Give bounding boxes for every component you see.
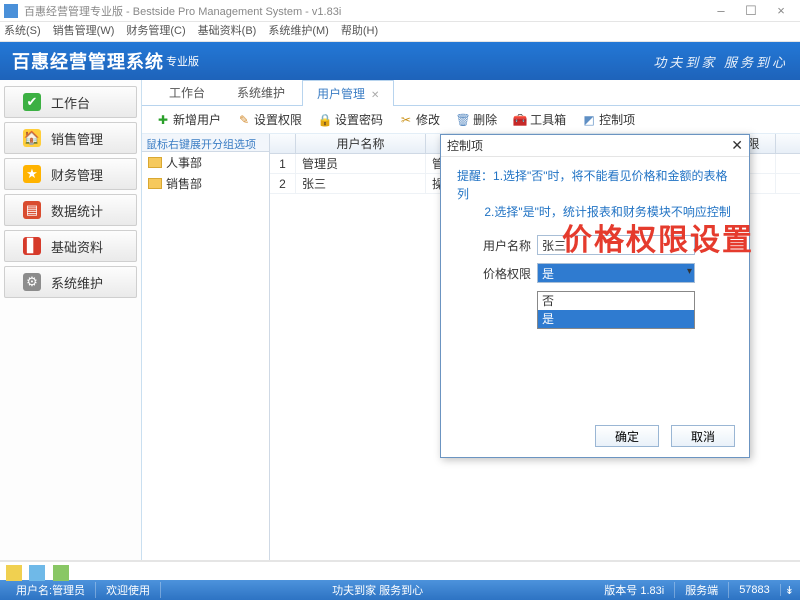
tray-icon-1[interactable] [6,565,22,581]
dialog-titlebar: 控制项 ✕ [441,135,749,157]
cancel-button[interactable]: 取消 [671,425,735,447]
tree-item-0[interactable]: 人事部 [142,152,269,173]
priceperm-dropdown: 否 是 [537,291,695,329]
dialog-title: 控制项 [447,137,483,154]
toolbar-1[interactable]: ✎设置权限 [231,108,308,131]
toolbar-icon: 🗑 [456,113,470,127]
sidebar-label: 工作台 [51,93,90,112]
dialog-hint: 提醒：1.选择"否"时，将不能看见价格和金额的表格列 2.选择"是"时，统计报表… [441,157,749,231]
hint-label: 提醒： [457,169,493,183]
folder-icon [148,178,162,189]
control-dialog: 控制项 ✕ 提醒：1.选择"否"时，将不能看见价格和金额的表格列 2.选择"是"… [440,134,750,458]
status-port: 57883 [729,584,781,596]
app-logo-text: 百惠经营管理系统 [12,48,164,74]
menu-maintenance[interactable]: 系统维护(M) [268,22,329,41]
toolbar-6[interactable]: ◩控制项 [576,108,641,131]
toolbar: ✚新增用户✎设置权限🔒设置密码✂修改🗑删除🧰工具箱◩控制项 [142,106,800,134]
sidebar-label: 数据统计 [51,201,103,220]
tree-item-1[interactable]: 销售部 [142,173,269,194]
sidebar-item-1[interactable]: 🏠 销售管理 [4,122,137,154]
status-user: 管理员 [52,585,85,597]
menu-basedata[interactable]: 基础资料(B) [198,22,257,41]
tray-icon-3[interactable] [53,565,69,581]
toolbar-icon: ✎ [237,113,251,127]
col-index[interactable] [270,134,296,153]
tab-0[interactable]: 工作台 [154,79,220,105]
toolbar-icon: 🔒 [318,113,332,127]
sidebar-item-5[interactable]: ⚙ 系统维护 [4,266,137,298]
sidebar-icon: 🏠 [23,129,41,147]
sidebar-item-2[interactable]: ★ 财务管理 [4,158,137,190]
option-yes[interactable]: 是 [538,310,694,328]
content-area: 工作台系统维护用户管理✕ ✚新增用户✎设置权限🔒设置密码✂修改🗑删除🧰工具箱◩控… [142,80,800,560]
field-username: 用户名称 张三 [441,231,749,259]
toolbar-icon: ✂ [399,113,413,127]
sidebar-item-4[interactable]: ▋ 基础资料 [4,230,137,262]
toolbar-icon: 🧰 [513,113,527,127]
tab-2[interactable]: 用户管理✕ [302,80,394,106]
folder-icon [148,157,162,168]
minimize-button[interactable]: – [706,3,736,18]
username-label: 用户名称 [475,237,531,254]
menubar: 系统(S) 销售管理(W) 财务管理(C) 基础资料(B) 系统维护(M) 帮助… [0,22,800,42]
toolbar-icon: ◩ [582,113,596,127]
tabbar: 工作台系统维护用户管理✕ [142,80,800,106]
close-button[interactable]: × [766,3,796,18]
sidebar-icon: ▋ [23,237,41,255]
banner: 百惠经营管理系统 专业版 功夫到家 服务到心 [0,42,800,80]
field-priceperm: 价格权限 是 ▾ [441,259,749,287]
status-slogan: 功夫到家 服务到心 [161,582,594,598]
sidebar-item-0[interactable]: ✔ 工作台 [4,86,137,118]
titlebar: 百惠经营管理专业版 - Bestside Pro Management Syst… [0,0,800,22]
status-server: 服务端 [675,582,729,598]
tree-header: 鼠标右键展开分组选项 [142,134,269,152]
status-welcome: 欢迎使用 [96,582,161,598]
sidebar-label: 销售管理 [51,129,103,148]
toolbar-0[interactable]: ✚新增用户 [150,108,227,131]
menu-help[interactable]: 帮助(H) [341,22,378,41]
tab-close-icon[interactable]: ✕ [371,90,379,101]
hint-line2: 2.选择"是"时，统计报表和财务模块不响应控制 [484,205,731,219]
toolbar-5[interactable]: 🧰工具箱 [507,108,572,131]
maximize-button[interactable]: ☐ [736,3,766,19]
sidebar-label: 财务管理 [51,165,103,184]
app-slogan: 功夫到家 服务到心 [653,52,788,71]
tree-panel: 鼠标右键展开分组选项 人事部销售部 [142,134,270,560]
menu-system[interactable]: 系统(S) [4,22,41,41]
window-title: 百惠经营管理专业版 - Bestside Pro Management Syst… [24,3,706,19]
toolbar-icon: ✚ [156,113,170,127]
status-version: 1.83i [640,585,664,597]
username-value: 张三 [537,235,695,255]
app-edition: 专业版 [166,53,199,69]
tray-icon-2[interactable] [29,565,45,581]
sidebar: ✔ 工作台 🏠 销售管理 ★ 财务管理 ▤ 数据统计 ▋ 基础资料 ⚙ 系统维护 [0,80,142,560]
sidebar-label: 基础资料 [51,237,103,256]
toolbar-4[interactable]: 🗑删除 [450,108,503,131]
menu-sales[interactable]: 销售管理(W) [53,22,115,41]
sidebar-icon: ★ [23,165,41,183]
sidebar-icon: ▤ [23,201,41,219]
option-no[interactable]: 否 [538,292,694,310]
priceperm-select[interactable]: 是 ▾ [537,263,695,283]
menu-finance[interactable]: 财务管理(C) [126,22,185,41]
chevron-down-icon: ▾ [687,266,692,277]
ok-button[interactable]: 确定 [595,425,659,447]
toolbar-3[interactable]: ✂修改 [393,108,446,131]
sidebar-icon: ✔ [23,93,41,111]
dialog-close-icon[interactable]: ✕ [731,137,743,154]
statusbar: 用户名:管理员 欢迎使用 功夫到家 服务到心 版本号 1.83i 服务端 578… [0,580,800,600]
tab-1[interactable]: 系统维护 [222,79,300,105]
col-username[interactable]: 用户名称 [296,134,426,153]
priceperm-label: 价格权限 [475,265,531,282]
hint-line1: 1.选择"否"时，将不能看见价格和金额的表格列 [457,169,728,201]
sidebar-item-3[interactable]: ▤ 数据统计 [4,194,137,226]
app-icon [4,4,18,18]
sidebar-icon: ⚙ [23,273,41,291]
toolbar-2[interactable]: 🔒设置密码 [312,108,389,131]
sidebar-label: 系统维护 [51,273,103,292]
